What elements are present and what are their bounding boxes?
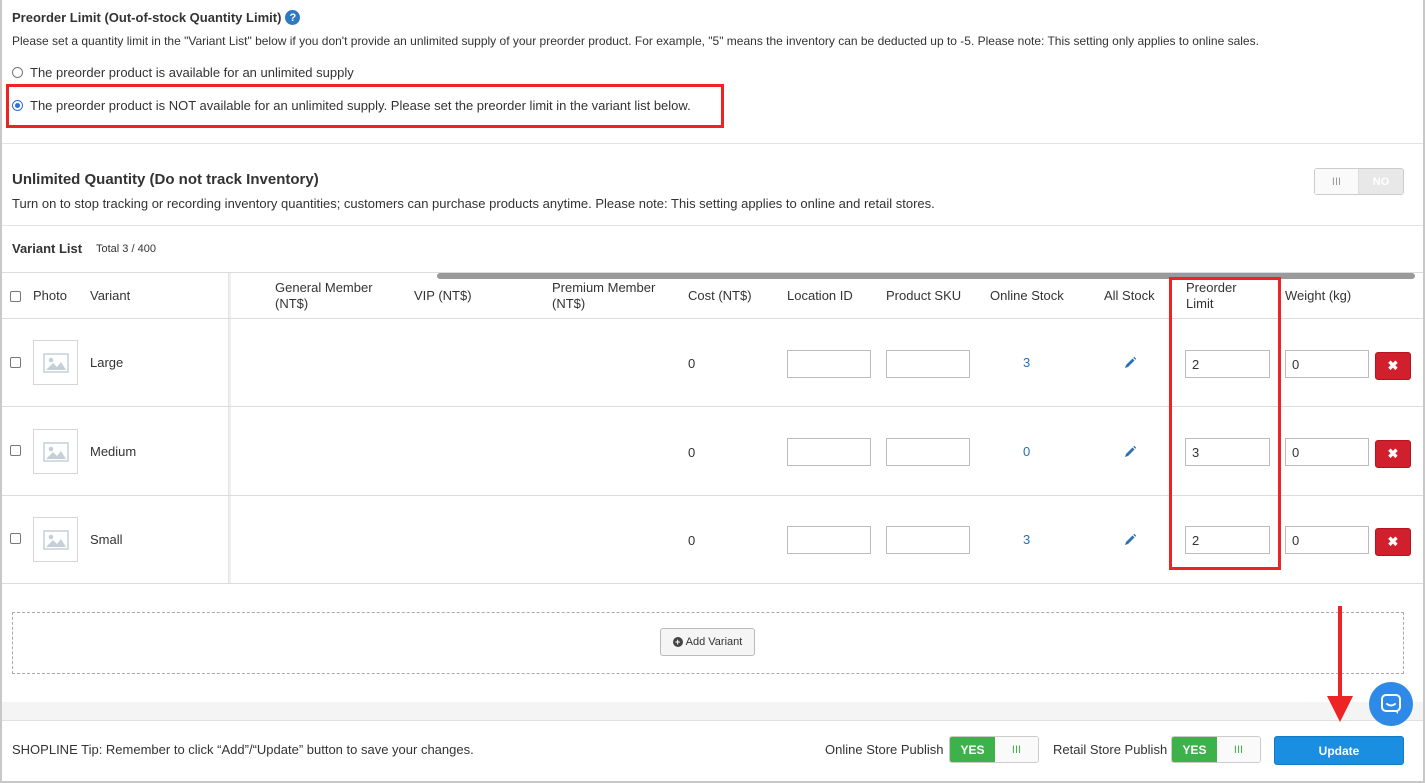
- annotation-highlight-limited-option: [6, 84, 724, 128]
- update-button[interactable]: Update: [1274, 736, 1404, 765]
- header-product-sku: Product SKU: [886, 288, 962, 303]
- delete-variant-button[interactable]: ✖: [1375, 352, 1411, 380]
- toggle-state-label: NO: [1359, 169, 1403, 194]
- edit-pencil-icon[interactable]: [1123, 356, 1137, 370]
- unlimited-quantity-title: Unlimited Quantity (Do not track Invento…: [12, 171, 319, 188]
- location-id-input[interactable]: [787, 438, 871, 466]
- annotation-highlight-preorder-limit-column: [1169, 277, 1281, 570]
- variant-list-title: Variant List: [12, 241, 83, 256]
- help-icon[interactable]: ?: [285, 10, 301, 25]
- edit-pencil-icon[interactable]: [1123, 445, 1137, 459]
- chat-bubble-icon: [1381, 694, 1401, 714]
- location-id-input[interactable]: [787, 526, 871, 554]
- weight-input[interactable]: [1285, 526, 1369, 554]
- online-stock-link[interactable]: 3: [1023, 532, 1030, 547]
- header-variant: Variant: [90, 288, 131, 303]
- section-divider: [2, 143, 1423, 144]
- variant-photo[interactable]: [33, 517, 78, 562]
- variant-name: Large: [90, 355, 124, 370]
- chat-launcher-button[interactable]: [1369, 682, 1413, 726]
- row-checkbox[interactable]: [10, 445, 21, 456]
- unlimited-quantity-toggle[interactable]: III NO: [1314, 168, 1404, 195]
- annotation-arrow-line: [1338, 606, 1342, 698]
- toggle-knob-icon: III: [995, 737, 1038, 762]
- cost-value: 0: [688, 533, 696, 548]
- header-photo: Photo: [33, 288, 67, 303]
- footer-spacer: [2, 702, 1423, 720]
- weight-input[interactable]: [1285, 350, 1369, 378]
- retail-publish-label: Retail Store Publish: [1053, 742, 1168, 757]
- cost-value: 0: [688, 356, 696, 371]
- header-premium-member: Premium Member (NT$): [552, 280, 656, 311]
- shopline-tip: SHOPLINE Tip: Remember to click “Add”/“U…: [12, 742, 474, 757]
- table-bottom-border: [2, 583, 1423, 584]
- frozen-column-divider: [228, 273, 231, 583]
- row-checkbox[interactable]: [10, 533, 21, 544]
- online-publish-toggle[interactable]: YES III: [949, 736, 1039, 763]
- delete-variant-button[interactable]: ✖: [1375, 440, 1411, 468]
- toggle-knob-icon: III: [1217, 737, 1260, 762]
- radio-unlimited-label: The preorder product is available for an…: [30, 65, 354, 80]
- preorder-description: Please set a quantity limit in the "Vari…: [12, 34, 1259, 48]
- preorder-title-text: Preorder Limit (Out-of-stock Quantity Li…: [12, 10, 282, 25]
- header-cost: Cost (NT$): [688, 288, 752, 303]
- product-sku-input[interactable]: [886, 438, 970, 466]
- product-sku-input[interactable]: [886, 526, 970, 554]
- online-publish-label: Online Store Publish: [825, 742, 944, 757]
- add-variant-button[interactable]: + Add Variant: [660, 628, 755, 656]
- section-divider: [2, 225, 1423, 226]
- product-sku-input[interactable]: [886, 350, 970, 378]
- weight-input[interactable]: [1285, 438, 1369, 466]
- retail-publish-toggle[interactable]: YES III: [1171, 736, 1261, 763]
- row-checkbox[interactable]: [10, 357, 21, 368]
- location-id-input[interactable]: [787, 350, 871, 378]
- toggle-knob-icon: III: [1315, 169, 1359, 194]
- variant-name: Small: [90, 532, 123, 547]
- image-placeholder-icon: [42, 529, 69, 550]
- plus-circle-icon: +: [672, 637, 683, 647]
- variant-photo[interactable]: [33, 429, 78, 474]
- radio-unlimited-icon[interactable]: [12, 67, 23, 78]
- variant-name: Medium: [90, 444, 137, 459]
- header-location-id: Location ID: [787, 288, 853, 303]
- radio-unlimited-supply[interactable]: The preorder product is available for an…: [12, 65, 354, 80]
- variant-photo[interactable]: [33, 340, 78, 385]
- preorder-title: Preorder Limit (Out-of-stock Quantity Li…: [12, 10, 301, 25]
- delete-variant-button[interactable]: ✖: [1375, 528, 1411, 556]
- online-stock-link[interactable]: 0: [1023, 444, 1030, 459]
- online-publish-state: YES: [950, 737, 995, 762]
- online-stock-link[interactable]: 3: [1023, 355, 1030, 370]
- image-placeholder-icon: [42, 441, 69, 462]
- header-all-stock: All Stock: [1104, 288, 1155, 303]
- image-placeholder-icon: [42, 352, 69, 373]
- header-weight: Weight (kg): [1285, 288, 1352, 303]
- add-variant-label: Add Variant: [685, 636, 743, 648]
- cost-value: 0: [688, 445, 696, 460]
- retail-publish-state: YES: [1172, 737, 1217, 762]
- annotation-arrow-head: [1327, 696, 1353, 722]
- header-vip: VIP (NT$): [414, 288, 472, 303]
- edit-pencil-icon[interactable]: [1123, 533, 1137, 547]
- unlimited-quantity-description: Turn on to stop tracking or recording in…: [12, 196, 935, 211]
- variant-list-total: Total 3 / 400: [96, 243, 156, 255]
- header-online-stock: Online Stock: [990, 288, 1064, 303]
- select-all-checkbox[interactable]: [10, 291, 21, 302]
- header-general-member: General Member (NT$): [275, 280, 373, 311]
